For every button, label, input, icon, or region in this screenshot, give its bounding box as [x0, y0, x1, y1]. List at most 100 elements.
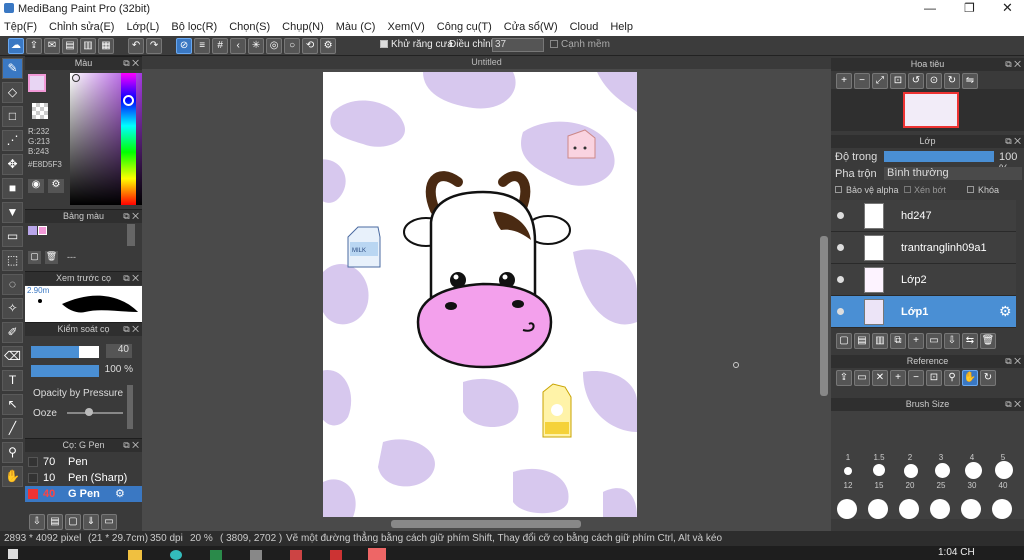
brush-size-cell[interactable]: 12 — [833, 481, 863, 501]
hand-tool-icon[interactable]: ✋ — [2, 466, 23, 487]
app-icon[interactable] — [330, 550, 342, 560]
shape-tool-icon[interactable]: □ — [2, 106, 23, 127]
brush-dot-15[interactable] — [935, 463, 950, 478]
palette-swatch[interactable] — [28, 226, 37, 235]
layer-row[interactable]: trantranglinh09a1 — [831, 232, 1016, 264]
brush-dot-7[interactable] — [844, 467, 852, 475]
brush-size-cell[interactable]: 3 — [926, 441, 956, 462]
brush-size-cell[interactable]: 2 — [895, 441, 925, 462]
brush-size-cell[interactable]: 25 — [926, 481, 956, 501]
brush-dot-large[interactable] — [992, 499, 1012, 519]
duplicate-layer-icon[interactable]: ⧉ — [890, 333, 906, 349]
menu-layer[interactable]: Lớp(L) — [126, 19, 159, 36]
horizontal-scrollbar[interactable] — [391, 520, 581, 528]
color-settings-icon[interactable]: ⚙ — [48, 179, 64, 193]
select-tool-icon[interactable]: ⬚ — [2, 250, 23, 271]
magic-wand-icon[interactable]: ✧ — [2, 298, 23, 319]
page-icon[interactable]: ▤ — [62, 38, 78, 54]
snap-settings-icon[interactable]: ⚙ — [320, 38, 337, 54]
drawing-page[interactable]: MILK — [323, 72, 637, 517]
fit-icon[interactable]: ⤢ — [872, 73, 888, 89]
brush-list-item-selected[interactable]: 40 G Pen ⚙ — [25, 486, 142, 502]
clip-checkbox[interactable] — [904, 186, 911, 193]
eye-icon[interactable] — [837, 276, 844, 283]
fill-rect-tool-icon[interactable]: ■ — [2, 178, 23, 199]
brush-list-item[interactable]: 70 Pen — [25, 454, 142, 470]
new-1bit-layer-icon[interactable]: ▥ — [872, 333, 888, 349]
hue-slider[interactable] — [121, 73, 136, 205]
menu-select[interactable]: Chọn(S) — [229, 19, 270, 36]
explorer-icon[interactable] — [128, 550, 142, 560]
blend-mode-select[interactable]: Bình thường — [884, 167, 1022, 180]
app-icon[interactable] — [290, 550, 302, 560]
antialias-checkbox[interactable] — [380, 40, 388, 48]
close-button[interactable]: ✕ — [1002, 0, 1013, 16]
snap-grid-icon[interactable]: # — [212, 38, 229, 54]
eye-icon[interactable] — [837, 244, 844, 251]
layer-row[interactable]: Lớp2 — [831, 264, 1016, 296]
brush-dot-large[interactable] — [930, 499, 950, 519]
menu-tools[interactable]: Công cụ(T) — [437, 19, 492, 36]
transfer-icon[interactable]: ⇆ — [962, 333, 978, 349]
menu-view[interactable]: Xem(V) — [387, 19, 424, 36]
reset-rotate-icon[interactable]: ⊙ — [926, 73, 942, 89]
brush-size-cell[interactable]: 40 — [988, 481, 1018, 501]
layer-settings-icon[interactable]: ⚙ — [999, 303, 1012, 320]
menu-color[interactable]: Màu (C) — [336, 19, 376, 36]
brush-size-cell[interactable]: 5 — [988, 441, 1018, 462]
eyedropper-icon[interactable]: ⚲ — [2, 442, 23, 463]
divide-tool-icon[interactable]: ╱ — [2, 418, 23, 439]
eraser-tool-icon[interactable]: ◇ — [2, 82, 23, 103]
reference-hand-icon[interactable]: ✋ — [962, 370, 978, 386]
zoom-in-icon[interactable]: + — [836, 73, 852, 89]
brush-tool-icon[interactable]: ✎ — [2, 58, 23, 79]
reference-open-icon[interactable]: ▭ — [854, 370, 870, 386]
brush-size-cell[interactable]: 1.5 — [864, 441, 894, 462]
excel-icon[interactable] — [210, 550, 222, 560]
brush-dot-20[interactable] — [965, 462, 982, 479]
reference-close-icon[interactable]: ✕ — [872, 370, 888, 386]
brush-size-cell[interactable]: 4 — [957, 441, 987, 462]
palette-swatch[interactable] — [38, 226, 47, 235]
brush-dot-12[interactable] — [904, 464, 918, 478]
undo-icon[interactable]: ↶ — [128, 38, 145, 54]
lock-checkbox[interactable] — [967, 186, 974, 193]
ooze-slider-knob[interactable] — [85, 408, 93, 416]
rotate-left-icon[interactable]: ↺ — [908, 73, 924, 89]
snap-parallel-icon[interactable]: ≡ — [194, 38, 211, 54]
brush-open-icon[interactable]: ▭ — [101, 514, 117, 530]
brush-dot-large[interactable] — [961, 499, 981, 519]
dot-tool-icon[interactable]: ⋰ — [2, 130, 23, 151]
snap-focus-icon[interactable]: ‹ — [230, 38, 247, 54]
foreground-color-swatch[interactable] — [28, 74, 46, 92]
folder-icon[interactable]: ▭ — [926, 333, 942, 349]
text-tool-icon[interactable]: T — [2, 370, 23, 391]
ooze-slider[interactable] — [67, 412, 123, 414]
cloud-icon[interactable]: ☁ — [8, 38, 24, 54]
brush-size-input[interactable]: 40 — [106, 344, 132, 358]
reference-zoom-in-icon[interactable]: + — [890, 370, 906, 386]
operation-tool-icon[interactable]: ↖ — [2, 394, 23, 415]
reference-rotate-icon[interactable]: ↻ — [980, 370, 996, 386]
snap-3d-icon[interactable]: ⟲ — [302, 38, 319, 54]
menu-window[interactable]: Cửa sổ(W) — [504, 19, 558, 36]
color-wheel-icon[interactable]: ◉ — [28, 179, 44, 193]
brush-dot-25[interactable] — [995, 461, 1013, 479]
eye-icon[interactable] — [837, 308, 844, 315]
reference-eyedropper-icon[interactable]: ⚲ — [944, 370, 960, 386]
brush-copy-icon[interactable]: ▢ — [65, 514, 81, 530]
grid-icon[interactable]: ▦ — [98, 38, 114, 54]
browser-icon[interactable] — [170, 550, 182, 560]
doc-icon[interactable]: ▥ — [80, 38, 96, 54]
navigator-viewport[interactable] — [903, 92, 959, 128]
layer-opacity-slider[interactable] — [884, 151, 994, 162]
medibang-taskbar-icon[interactable] — [368, 548, 386, 560]
opacity-pressure-toggle[interactable]: Opacity by Pressure — [33, 388, 123, 399]
new-8bit-layer-icon[interactable]: ▤ — [854, 333, 870, 349]
protect-alpha-checkbox[interactable] — [835, 186, 842, 193]
maximize-button[interactable]: ❐ — [964, 1, 975, 15]
share-icon[interactable]: ⇪ — [26, 38, 42, 54]
actual-size-icon[interactable]: ⊡ — [890, 73, 906, 89]
minimize-button[interactable]: — — [924, 1, 936, 15]
add-brush-icon[interactable]: ⇩ — [29, 514, 45, 530]
